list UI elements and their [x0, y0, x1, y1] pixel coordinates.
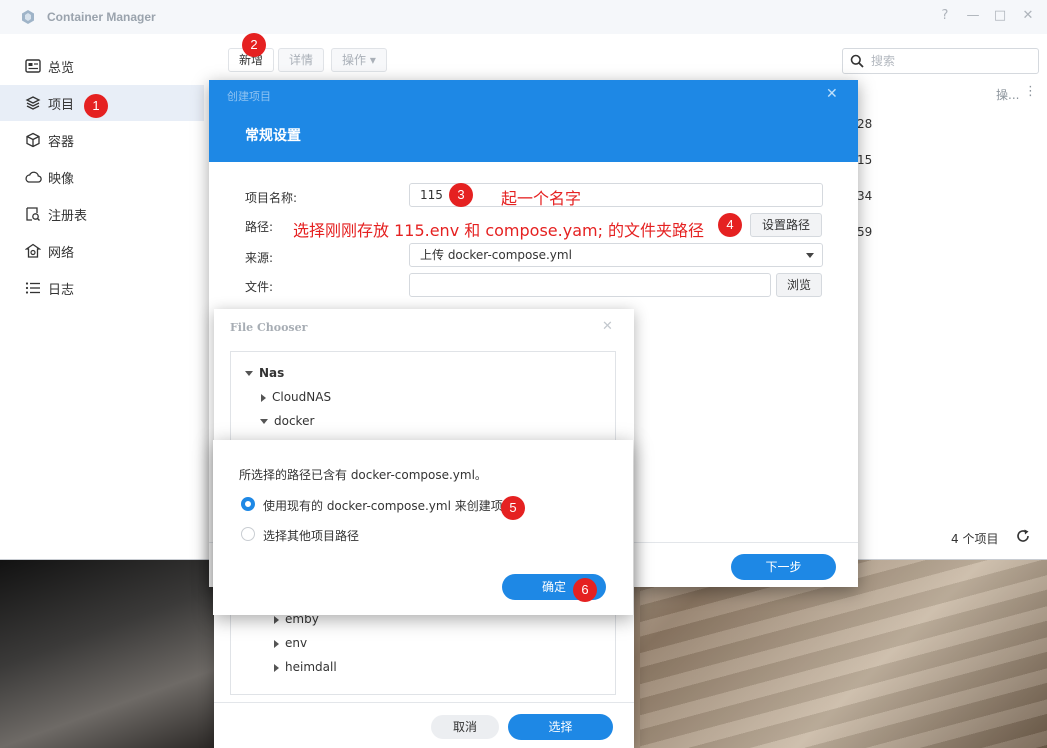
sidebar: 总览 项目 容器 映像 注册表 网络 日志 [0, 34, 212, 559]
container-icon [24, 131, 42, 149]
tree-node-env[interactable]: env [274, 636, 307, 650]
select-button[interactable]: 选择 [508, 714, 613, 740]
tree-node-cloudnas[interactable]: CloudNAS [261, 390, 331, 404]
file-chooser-footer: 取消 选择 [214, 702, 634, 748]
close-icon[interactable]: ✕ [602, 319, 613, 334]
sidebar-item-label: 注册表 [48, 208, 88, 224]
sidebar-item-label: 项目 [48, 97, 75, 113]
tree-node-label: Nas [259, 366, 285, 380]
collapse-arrow-icon[interactable] [261, 393, 266, 402]
step-badge-3: 3 [449, 183, 473, 207]
sidebar-item-label: 容器 [48, 134, 75, 150]
file-label: 文件: [245, 280, 274, 294]
sidebar-item-label: 网络 [48, 245, 75, 261]
details-button[interactable]: 详情 [278, 48, 325, 72]
tree-node-docker[interactable]: docker [260, 414, 314, 428]
image-cloud-icon [24, 168, 42, 186]
confirm-message: 所选择的路径已含有 docker-compose.yml。 [239, 468, 487, 482]
set-path-button[interactable]: 设置路径 [750, 213, 822, 237]
action-menu-button[interactable]: 操作 ▾ [331, 48, 387, 72]
sidebar-item-label: 日志 [48, 282, 75, 298]
item-count: 4 个项目 [951, 532, 999, 546]
row-value: 34 [857, 189, 873, 203]
minimize-icon[interactable]: — [965, 8, 981, 24]
tree-node-nas[interactable]: Nas [245, 366, 284, 380]
step-badge-1: 1 [84, 94, 108, 118]
titlebar: Container Manager ? — □ ✕ [0, 0, 1047, 34]
collapse-arrow-icon[interactable] [274, 639, 279, 648]
column-header-actions[interactable]: 操... [996, 86, 1019, 103]
step-badge-5: 5 [501, 496, 525, 520]
search-box[interactable] [842, 48, 1039, 74]
step-badge-4: 4 [718, 213, 742, 237]
existing-compose-dialog: 所选择的路径已含有 docker-compose.yml。 使用现有的 dock… [213, 440, 633, 615]
maximize-icon[interactable]: □ [992, 8, 1008, 24]
search-input[interactable] [871, 52, 1031, 70]
path-label: 路径: [245, 220, 274, 234]
wallpaper-wave-area [640, 560, 1047, 748]
close-icon[interactable]: ✕ [1020, 8, 1036, 24]
more-options-icon[interactable]: ⋮ [1024, 84, 1037, 99]
sidebar-item-image[interactable]: 映像 [0, 159, 204, 195]
next-button[interactable]: 下一步 [731, 554, 836, 580]
radio-use-existing[interactable] [241, 497, 255, 511]
registry-icon [24, 205, 42, 223]
sidebar-item-log[interactable]: 日志 [0, 270, 204, 306]
sidebar-item-registry[interactable]: 注册表 [0, 196, 204, 232]
network-icon [24, 242, 42, 260]
collapse-arrow-icon[interactable] [274, 663, 279, 672]
step-badge-6: 6 [573, 578, 597, 602]
file-input[interactable] [409, 273, 771, 297]
overview-icon [24, 57, 42, 75]
dialog-title: 创建项目 [227, 90, 271, 103]
project-icon [24, 94, 42, 112]
tree-node-label: heimdall [285, 660, 337, 674]
tree-node-label: env [285, 636, 308, 650]
help-icon[interactable]: ? [937, 8, 953, 24]
dialog-close-icon[interactable]: ✕ [826, 86, 838, 102]
sidebar-item-label: 总览 [48, 60, 75, 76]
expand-arrow-icon[interactable] [260, 419, 268, 424]
annotation-name-hint: 起一个名字 [501, 189, 582, 208]
wallpaper-dark-area [0, 560, 220, 748]
sidebar-item-container[interactable]: 容器 [0, 122, 204, 158]
radio-choose-other-label[interactable]: 选择其他项目路径 [263, 527, 359, 544]
file-chooser-title: File Chooser [230, 321, 308, 334]
tree-node-heimdall[interactable]: heimdall [274, 660, 337, 674]
collapse-arrow-icon[interactable] [274, 615, 279, 624]
row-value: 59 [857, 225, 873, 239]
app-logo-icon [22, 10, 34, 24]
radio-choose-other[interactable] [241, 527, 255, 541]
source-select-value: 上传 docker-compose.yml [420, 248, 572, 262]
source-label: 来源: [245, 251, 274, 265]
dialog-header: 创建项目 ✕ 常规设置 [209, 80, 858, 162]
refresh-icon[interactable] [1015, 528, 1031, 544]
section-title: 常规设置 [245, 128, 301, 144]
radio-use-existing-label[interactable]: 使用现有的 docker-compose.yml 来创建项目 [263, 497, 515, 514]
search-icon [850, 54, 864, 68]
sidebar-item-label: 映像 [48, 171, 75, 187]
step-badge-2: 2 [242, 33, 266, 57]
cancel-button[interactable]: 取消 [431, 715, 499, 739]
tree-node-label: CloudNAS [272, 390, 332, 404]
row-value: 28 [857, 117, 873, 131]
annotation-path-hint: 选择刚刚存放 115.env 和 compose.yam; 的文件夹路径 [293, 221, 705, 240]
sidebar-item-overview[interactable]: 总览 [0, 48, 204, 84]
expand-arrow-icon[interactable] [245, 371, 253, 376]
app-title: Container Manager [47, 10, 156, 24]
tree-node-label: docker [274, 414, 315, 428]
project-name-label: 项目名称: [245, 191, 298, 205]
log-icon [24, 279, 42, 297]
chevron-down-icon [806, 253, 814, 258]
sidebar-item-network[interactable]: 网络 [0, 233, 204, 269]
source-select[interactable]: 上传 docker-compose.yml [409, 243, 823, 267]
row-value: 15 [857, 153, 873, 167]
browse-button[interactable]: 浏览 [776, 273, 822, 297]
